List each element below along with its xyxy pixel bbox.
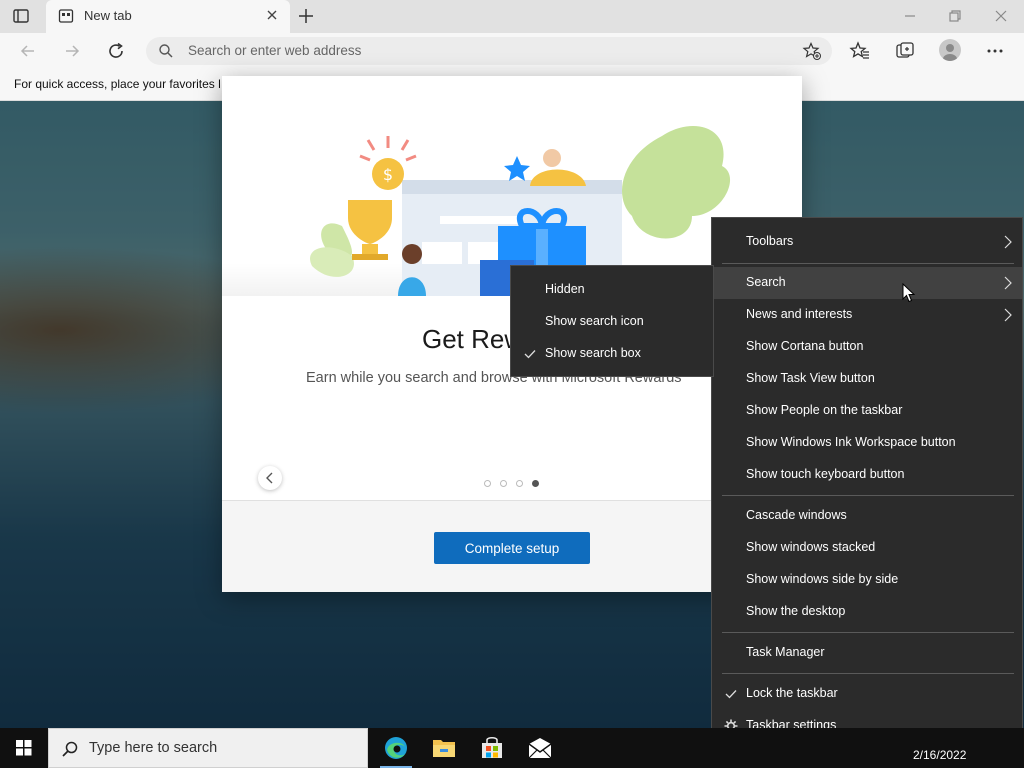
menu-item-show-touch-keyboard[interactable]: Show touch keyboard button	[712, 459, 1022, 491]
menu-item-show-windows-side-by-side[interactable]: Show windows side by side	[712, 564, 1022, 596]
browser-toolbar: Search or enter web address	[0, 33, 1024, 69]
taskbar-date[interactable]: 2/16/2022	[913, 748, 966, 762]
carousel-dot[interactable]	[484, 480, 491, 487]
taskbar-app-edge[interactable]	[372, 728, 420, 768]
menu-separator	[722, 495, 1014, 496]
menu-item-show-cortana-button[interactable]: Show Cortana button	[712, 331, 1022, 363]
carousel-previous-button[interactable]	[258, 466, 282, 490]
menu-separator	[722, 673, 1014, 674]
mouse-cursor-icon	[902, 283, 916, 303]
restore-icon[interactable]	[945, 6, 965, 26]
browser-tab-strip: New tab	[0, 0, 1024, 33]
profile-avatar[interactable]	[939, 39, 961, 61]
address-placeholder: Search or enter web address	[188, 43, 362, 58]
search-icon	[159, 44, 173, 58]
submenu-item-show-search-box[interactable]: Show search box	[511, 338, 713, 370]
menu-item-search[interactable]: Search	[712, 267, 1022, 299]
edge-icon	[385, 737, 407, 759]
taskbar-search-box[interactable]: Type here to search	[48, 728, 368, 768]
taskbar-search-placeholder: Type here to search	[89, 740, 218, 756]
mail-icon	[528, 738, 552, 759]
search-submenu: Hidden Show search icon Show search box	[510, 265, 714, 377]
forward-arrow-icon[interactable]	[62, 41, 82, 61]
svg-text:$: $	[383, 165, 393, 184]
search-icon	[62, 741, 78, 757]
address-bar[interactable]: Search or enter web address	[146, 37, 832, 65]
taskbar-context-menu: Toolbars Search News and interests Show …	[711, 217, 1023, 749]
chevron-right-icon	[1004, 276, 1012, 290]
taskbar-app-file-explorer[interactable]	[420, 728, 468, 768]
new-tab-page-icon	[58, 9, 74, 23]
file-explorer-icon	[433, 740, 455, 757]
menu-separator	[722, 632, 1014, 633]
carousel-page-indicator	[484, 480, 544, 488]
menu-item-lock-taskbar[interactable]: Lock the taskbar	[712, 678, 1022, 710]
menu-item-task-manager[interactable]: Task Manager	[712, 637, 1022, 669]
checkmark-icon	[524, 350, 536, 359]
menu-item-toolbars[interactable]: Toolbars	[712, 226, 1022, 258]
carousel-dot-active[interactable]	[532, 480, 539, 487]
person-icon	[943, 44, 957, 61]
menu-item-show-desktop[interactable]: Show the desktop	[712, 596, 1022, 628]
menu-item-news-and-interests[interactable]: News and interests	[712, 299, 1022, 331]
windows-logo-icon	[16, 740, 32, 756]
favorites-icon[interactable]	[849, 40, 871, 62]
menu-item-show-people[interactable]: Show People on the taskbar	[712, 395, 1022, 427]
checkmark-icon	[725, 690, 737, 699]
chevron-left-icon	[266, 472, 273, 484]
tab-new-tab[interactable]: New tab	[46, 0, 290, 33]
back-arrow-icon[interactable]	[18, 41, 38, 61]
tab-title: New tab	[84, 8, 132, 23]
minimize-icon[interactable]	[900, 6, 920, 26]
menu-separator	[722, 263, 1014, 264]
menu-item-cascade-windows[interactable]: Cascade windows	[712, 500, 1022, 532]
taskbar-app-store[interactable]	[468, 728, 516, 768]
collections-icon[interactable]	[894, 40, 916, 62]
start-button[interactable]	[0, 728, 48, 768]
store-icon	[482, 736, 502, 758]
menu-item-show-task-view-button[interactable]: Show Task View button	[712, 363, 1022, 395]
new-tab-plus-icon[interactable]	[296, 6, 316, 26]
windows-taskbar: Type here to search 2/16/2022	[0, 728, 1024, 768]
tab-actions-icon[interactable]	[12, 7, 30, 25]
menu-item-show-windows-stacked[interactable]: Show windows stacked	[712, 532, 1022, 564]
menu-item-show-ink-workspace[interactable]: Show Windows Ink Workspace button	[712, 427, 1022, 459]
favorites-bar-hint: For quick access, place your favorites h…	[14, 77, 220, 91]
close-window-icon[interactable]	[991, 6, 1011, 26]
more-options-icon[interactable]	[984, 40, 1006, 62]
submenu-item-show-search-icon[interactable]: Show search icon	[511, 306, 713, 338]
submenu-item-hidden[interactable]: Hidden	[511, 274, 713, 306]
chevron-right-icon	[1004, 308, 1012, 322]
refresh-icon[interactable]	[106, 41, 126, 61]
taskbar-app-mail[interactable]	[516, 728, 564, 768]
complete-setup-button[interactable]: Complete setup	[434, 532, 590, 564]
close-tab-icon[interactable]	[264, 7, 280, 23]
chevron-right-icon	[1004, 235, 1012, 249]
carousel-dot[interactable]	[516, 480, 523, 487]
carousel-dot[interactable]	[500, 480, 507, 487]
add-favorite-star-icon[interactable]	[802, 41, 822, 61]
